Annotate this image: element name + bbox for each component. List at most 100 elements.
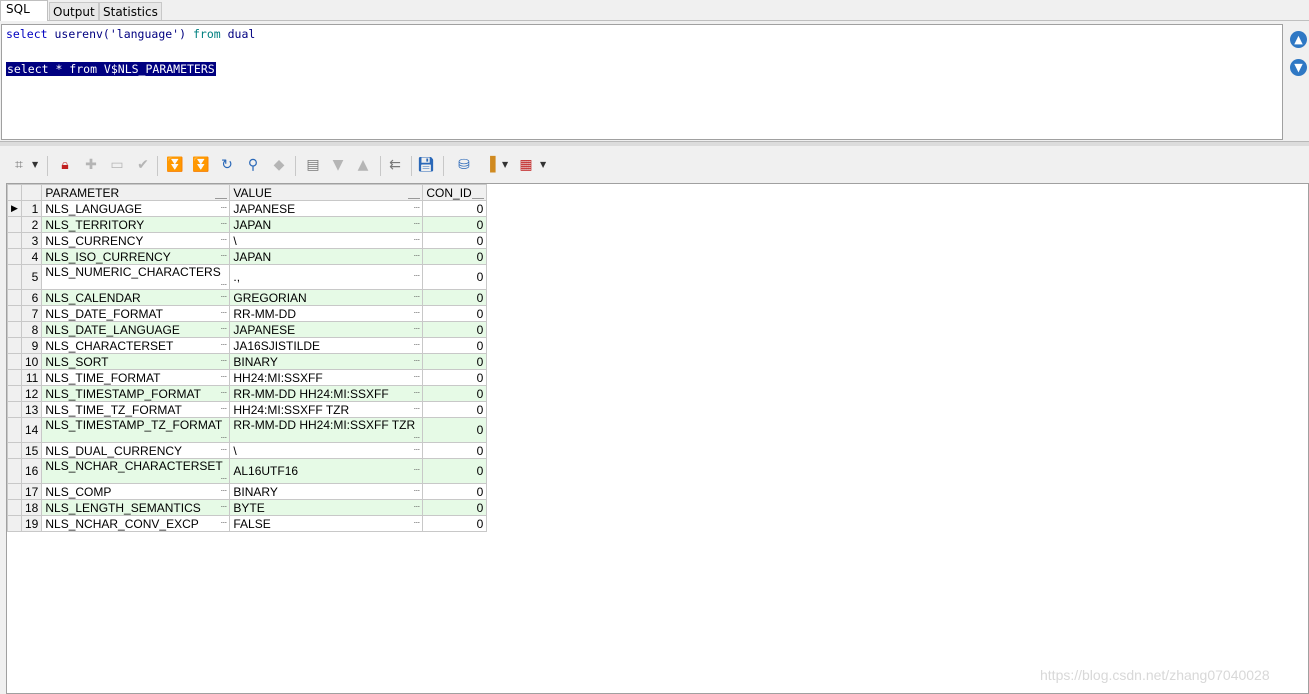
cell-editor-icon[interactable]: ··· xyxy=(220,355,227,365)
cell-value[interactable]: JAPANESE ··· xyxy=(229,321,424,338)
cell-con-id[interactable]: 0 xyxy=(422,200,488,217)
cell-value[interactable]: HH24:MI:SSXFF ··· xyxy=(229,369,424,386)
cell-editor-icon[interactable]: ··· xyxy=(220,387,227,397)
cell-con-id[interactable]: 0 xyxy=(422,289,488,306)
table-row[interactable]: 9 NLS_CHARACTERSET ··· JA16SJISTILDE ··· 0 xyxy=(7,337,488,354)
table-row[interactable]: 13 NLS_TIME_TZ_FORMAT ··· HH24:MI:SSXFF TZR… xyxy=(7,401,488,418)
table-row[interactable]: 18 NLS_LENGTH_SEMANTICS ··· BYTE ··· 0 xyxy=(7,499,488,516)
cell-editor-icon[interactable]: ··· xyxy=(220,371,227,381)
row-number[interactable]: 2 xyxy=(20,216,43,233)
cell-value[interactable]: JAPAN ··· xyxy=(229,248,424,265)
table-row[interactable]: 2 NLS_TERRITORY ··· JAPAN ··· 0 xyxy=(7,216,488,233)
cell-con-id[interactable]: 0 xyxy=(422,442,488,459)
cell-con-id[interactable]: 0 xyxy=(422,401,488,418)
cell-editor-icon[interactable]: ··· xyxy=(413,250,420,260)
row-number[interactable]: 14 xyxy=(20,417,43,443)
cell-value[interactable]: \ ··· xyxy=(229,232,424,249)
row-number[interactable]: 18 xyxy=(20,499,43,516)
cell-editor-icon[interactable]: ··· xyxy=(220,218,227,228)
cell-con-id[interactable]: 0 xyxy=(422,321,488,338)
find-icon[interactable]: ⚲ xyxy=(244,156,262,174)
column-sort-icon[interactable] xyxy=(408,188,421,199)
cell-value[interactable]: HH24:MI:SSXFF TZR ··· xyxy=(229,401,424,418)
row-number[interactable]: 4 xyxy=(20,248,43,265)
table-row[interactable]: ▶ 1 NLS_LANGUAGE ··· JAPANESE ··· 0 xyxy=(7,200,488,217)
cell-value[interactable]: ., ··· xyxy=(229,264,424,290)
row-number[interactable]: 7 xyxy=(20,305,43,322)
row-number[interactable]: 13 xyxy=(20,401,43,418)
column-header-value[interactable]: VALUE xyxy=(229,184,424,201)
cell-value[interactable]: AL16UTF16 ··· xyxy=(229,458,424,484)
cell-parameter[interactable]: NLS_CHARACTERSET ··· xyxy=(41,337,231,354)
column-sort-icon[interactable] xyxy=(472,188,485,199)
refresh-icon[interactable]: ↻ xyxy=(218,156,236,174)
cell-value[interactable]: RR-MM-DD HH24:MI:SSXFF ··· xyxy=(229,385,424,402)
cell-parameter[interactable]: NLS_TIMESTAMP_FORMAT ··· xyxy=(41,385,231,402)
cell-con-id[interactable]: 0 xyxy=(422,232,488,249)
sql-line-1[interactable]: select userenv('language') from dual xyxy=(6,27,255,41)
cell-editor-icon[interactable]: ··· xyxy=(220,403,227,413)
cell-parameter[interactable]: NLS_NCHAR_CHARACTERSET ··· xyxy=(41,458,231,484)
table-row[interactable]: 6 NLS_CALENDAR ··· GREGORIAN ··· 0 xyxy=(7,289,488,306)
cell-parameter[interactable]: NLS_NUMERIC_CHARACTERS ··· xyxy=(41,264,231,290)
row-number[interactable]: 5 xyxy=(20,264,43,290)
cell-editor-icon[interactable]: ··· xyxy=(413,485,420,495)
row-number[interactable]: 16 xyxy=(20,458,43,484)
cell-parameter[interactable]: NLS_CALENDAR ··· xyxy=(41,289,231,306)
table-row[interactable]: 11 NLS_TIME_FORMAT ··· HH24:MI:SSXFF ··· 0 xyxy=(7,369,488,386)
delete-record-icon[interactable]: ▭ xyxy=(108,156,126,174)
grid-view-icon[interactable]: ▦ xyxy=(517,156,535,174)
next-statement-icon[interactable]: ▼ xyxy=(1290,59,1307,76)
cell-parameter[interactable]: NLS_SORT ··· xyxy=(41,353,231,370)
post-changes-icon[interactable]: ✔ xyxy=(134,156,152,174)
cell-editor-icon[interactable]: ··· xyxy=(413,339,420,349)
tab-sql[interactable]: SQL xyxy=(0,0,48,21)
cell-value[interactable]: FALSE ··· xyxy=(229,515,424,532)
query-builder-icon[interactable]: ⌗ xyxy=(10,156,28,174)
row-number[interactable]: 3 xyxy=(20,232,43,249)
cell-con-id[interactable]: 0 xyxy=(422,353,488,370)
cell-editor-icon[interactable]: ··· xyxy=(220,517,227,527)
tab-output[interactable]: Output xyxy=(49,2,99,21)
cell-editor-icon[interactable]: ··· xyxy=(220,444,227,454)
table-row[interactable]: 3 NLS_CURRENCY ··· \ ··· 0 xyxy=(7,232,488,249)
table-row[interactable]: 16 NLS_NCHAR_CHARACTERSET ··· AL16UTF16 ··· 0 xyxy=(7,458,488,484)
insert-record-icon[interactable]: ✚ xyxy=(82,156,100,174)
cell-editor-icon[interactable]: ··· xyxy=(413,291,420,301)
cell-parameter[interactable]: NLS_LANGUAGE ··· xyxy=(41,200,231,217)
sql-line-2-selected[interactable]: select * from V$NLS_PARAMETERS xyxy=(6,62,216,76)
cell-parameter[interactable]: NLS_CURRENCY ··· xyxy=(41,232,231,249)
row-number[interactable]: 10 xyxy=(20,353,43,370)
cell-con-id[interactable]: 0 xyxy=(422,458,488,484)
cell-con-id[interactable]: 0 xyxy=(422,417,488,443)
cell-value[interactable]: RR-MM-DD ··· xyxy=(229,305,424,322)
cell-editor-icon[interactable]: ··· xyxy=(220,307,227,317)
cell-value[interactable]: JA16SJISTILDE ··· xyxy=(229,337,424,354)
cell-editor-icon[interactable]: ··· xyxy=(220,432,227,442)
row-number[interactable]: 17 xyxy=(20,483,43,500)
previous-icon[interactable]: ▼ xyxy=(329,156,347,174)
previous-statement-icon[interactable]: ▲ xyxy=(1290,31,1307,48)
cell-editor-icon[interactable]: ··· xyxy=(413,464,420,474)
cell-parameter[interactable]: NLS_TIME_FORMAT ··· xyxy=(41,369,231,386)
cell-editor-icon[interactable]: ··· xyxy=(413,218,420,228)
cell-editor-icon[interactable]: ··· xyxy=(220,202,227,212)
table-row[interactable]: 10 NLS_SORT ··· BINARY ··· 0 xyxy=(7,353,488,370)
cell-editor-icon[interactable]: ··· xyxy=(220,291,227,301)
cell-con-id[interactable]: 0 xyxy=(422,499,488,516)
save-icon[interactable]: 💾︎ xyxy=(417,156,435,174)
chevron-down-icon[interactable]: ▼ xyxy=(32,156,38,174)
cell-value[interactable]: JAPANESE ··· xyxy=(229,200,424,217)
column-header-con-id[interactable]: CON_ID xyxy=(422,184,488,201)
row-number[interactable]: 11 xyxy=(20,369,43,386)
export-icon[interactable]: ⛁ xyxy=(455,156,473,174)
explain-icon[interactable]: ⇇ xyxy=(386,156,404,174)
cell-value[interactable]: JAPAN ··· xyxy=(229,216,424,233)
cell-editor-icon[interactable]: ··· xyxy=(220,323,227,333)
chevron-down-icon[interactable]: ▼ xyxy=(502,156,508,174)
cell-editor-icon[interactable]: ··· xyxy=(413,270,420,280)
cell-editor-icon[interactable]: ··· xyxy=(413,234,420,244)
cell-editor-icon[interactable]: ··· xyxy=(413,202,420,212)
chevron-down-icon[interactable]: ▼ xyxy=(540,156,546,174)
clear-icon[interactable]: ◆ xyxy=(270,156,288,174)
